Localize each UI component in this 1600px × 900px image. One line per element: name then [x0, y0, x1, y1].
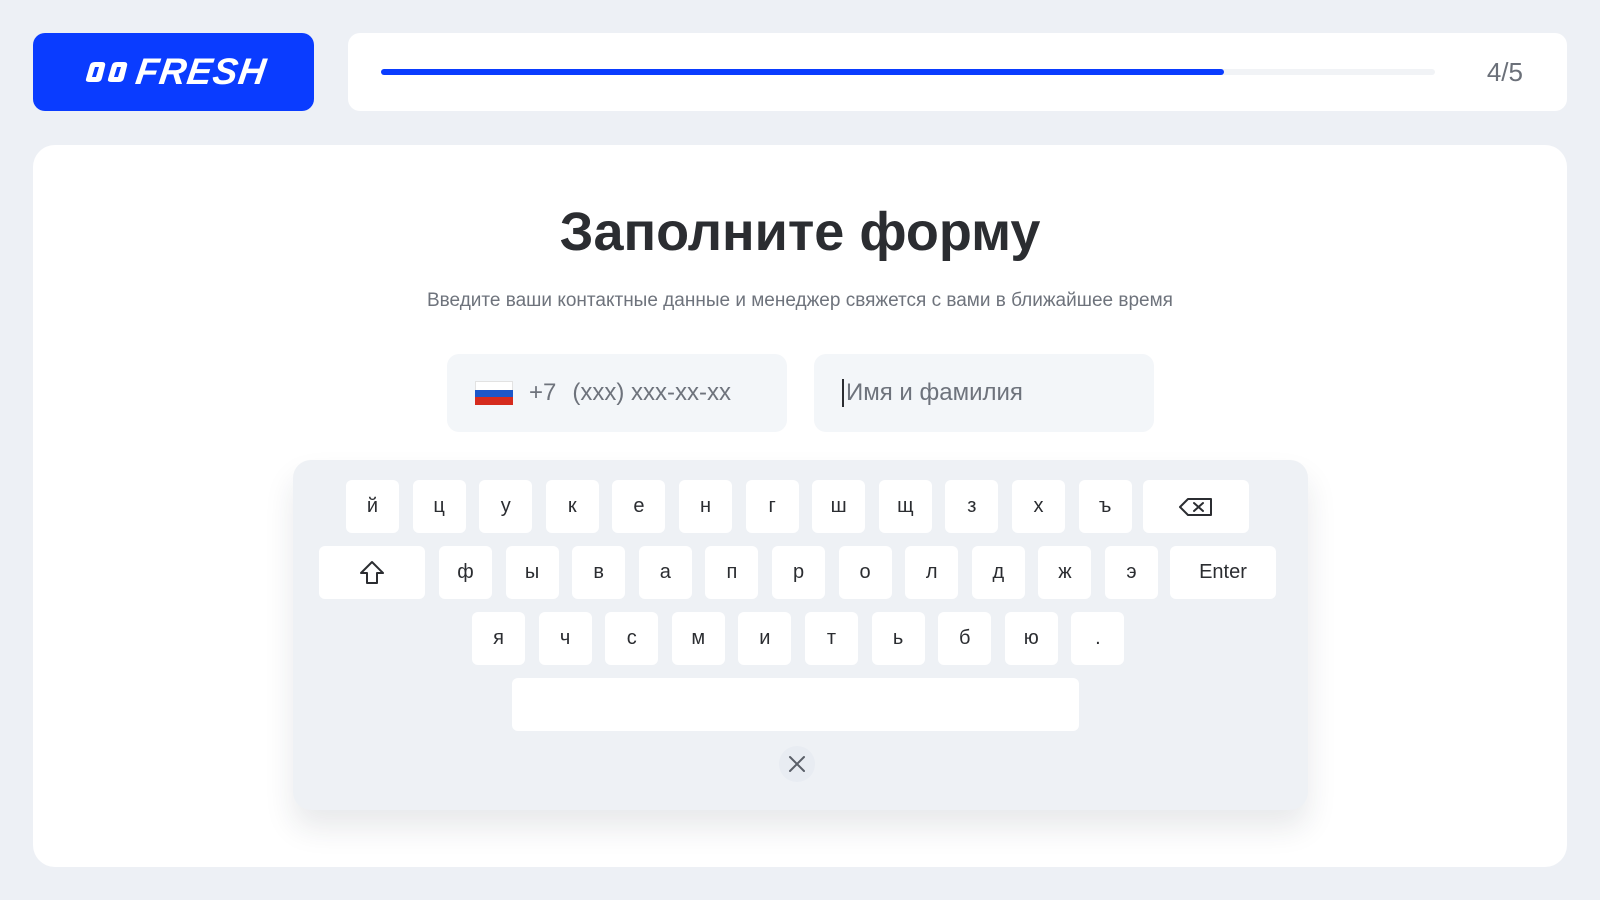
key[interactable]: а [638, 546, 692, 599]
key[interactable]: щ [878, 480, 932, 533]
key[interactable]: ы [505, 546, 559, 599]
backspace-icon [1179, 497, 1212, 516]
shift-key[interactable] [319, 546, 425, 599]
step-counter: 4/5 [1486, 57, 1523, 87]
key[interactable]: г [745, 480, 799, 533]
key[interactable]: с [605, 612, 659, 665]
key[interactable]: п [705, 546, 759, 599]
progress-track [381, 69, 1435, 75]
page-subtitle: Введите ваши контактные данные и менедже… [427, 290, 1173, 311]
text-caret [842, 379, 844, 407]
shift-icon [360, 560, 384, 584]
key[interactable]: ж [1038, 546, 1092, 599]
progress-fill [381, 69, 1225, 75]
form-card: Заполните форму Введите ваши контактные … [33, 145, 1567, 867]
virtual-keyboard: Enter йцукенгшщзхъ фывапролджэ ячсмитьбю. [293, 460, 1308, 810]
key[interactable]: у [479, 480, 533, 533]
key[interactable]: ь [871, 612, 925, 665]
key[interactable]: б [938, 612, 992, 665]
key[interactable]: е [612, 480, 666, 533]
key[interactable]: ъ [1078, 480, 1132, 533]
backspace-key[interactable] [1143, 480, 1249, 533]
name-placeholder: Имя и фамилия [846, 379, 1023, 406]
progress-card: 4/5 [348, 33, 1567, 111]
key[interactable]: э [1105, 546, 1158, 599]
space-key[interactable] [512, 678, 1079, 731]
infinity-logo-icon [86, 62, 128, 82]
key[interactable]: ф [439, 546, 492, 599]
key[interactable]: й [346, 480, 399, 533]
key[interactable]: ч [538, 612, 592, 665]
close-icon [789, 756, 805, 772]
key[interactable]: р [772, 546, 825, 599]
key[interactable]: з [945, 480, 999, 533]
key[interactable]: и [738, 612, 792, 665]
key[interactable]: я [472, 612, 525, 665]
logo-text: FRESH [133, 51, 270, 92]
name-input[interactable]: Имя и фамилия [814, 354, 1154, 432]
key[interactable]: д [971, 546, 1025, 599]
key[interactable]: к [545, 480, 599, 533]
key[interactable]: н [679, 480, 732, 533]
key[interactable]: л [905, 546, 959, 599]
key[interactable]: . [1071, 612, 1125, 665]
enter-key[interactable]: Enter [1170, 546, 1276, 599]
page-title: Заполните форму [559, 202, 1041, 262]
key[interactable]: т [805, 612, 858, 665]
key[interactable]: ш [812, 480, 866, 533]
key[interactable]: ц [412, 480, 466, 533]
phone-placeholder: (xxx) xxx-xx-xx [572, 379, 732, 406]
key[interactable]: в [572, 546, 626, 599]
key[interactable]: ю [1004, 612, 1058, 665]
phone-input[interactable]: +7 (xxx) xxx-xx-xx [447, 354, 787, 432]
key[interactable]: м [671, 612, 725, 665]
phone-country-code: +7 [529, 379, 557, 406]
close-keyboard-button[interactable] [779, 746, 815, 782]
key[interactable]: х [1012, 480, 1065, 533]
fresh-logo: FRESH [33, 33, 314, 111]
key[interactable]: о [838, 546, 892, 599]
russia-flag-icon [475, 381, 513, 406]
